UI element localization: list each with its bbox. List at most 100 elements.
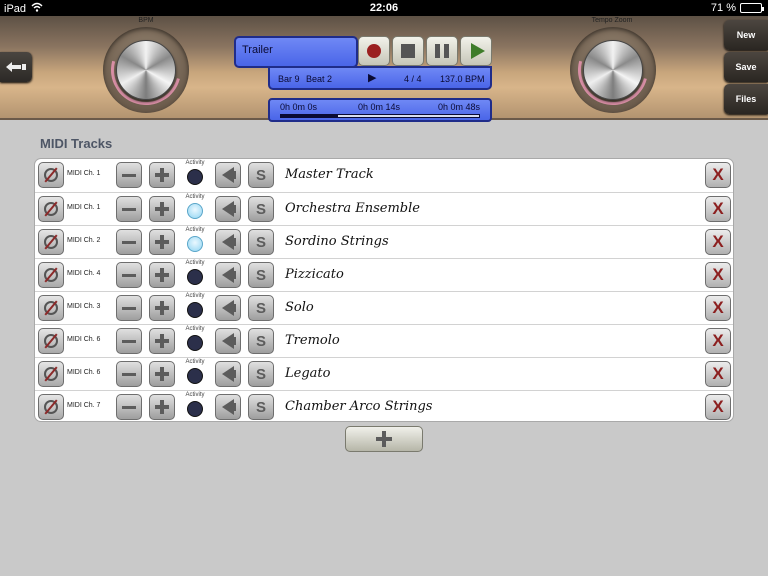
- channel-up-button[interactable]: [149, 328, 175, 354]
- channel-down-button[interactable]: [116, 262, 142, 288]
- stop-button[interactable]: [392, 36, 424, 66]
- mute-button[interactable]: [38, 328, 64, 354]
- song-name-display[interactable]: Trailer: [234, 36, 358, 68]
- delete-track-button[interactable]: X: [705, 162, 731, 188]
- speaker-icon: [222, 267, 236, 283]
- song-progress-bar[interactable]: [280, 114, 480, 118]
- delete-track-button[interactable]: X: [705, 361, 731, 387]
- solo-button[interactable]: S: [248, 229, 274, 255]
- play-button[interactable]: [460, 36, 492, 66]
- minus-icon: [122, 173, 136, 177]
- tempo-zoom-label: Tempo Zoom: [591, 17, 633, 24]
- mute-icon: [44, 400, 58, 414]
- activity-indicator: [187, 302, 203, 318]
- delete-track-button[interactable]: X: [705, 196, 731, 222]
- new-button[interactable]: New: [724, 20, 768, 50]
- volume-button[interactable]: [215, 328, 241, 354]
- midi-track-list: MIDI Ch. 1 Activity S Master Track X MIDI Ch.…: [34, 158, 734, 422]
- channel-down-button[interactable]: [116, 229, 142, 255]
- channel-down-button[interactable]: [116, 394, 142, 420]
- track-name[interactable]: Legato: [285, 366, 330, 381]
- channel-down-button[interactable]: [116, 361, 142, 387]
- delete-icon: X: [712, 232, 724, 251]
- time-end: 0h 0m 48s: [437, 102, 480, 112]
- mute-button[interactable]: [38, 162, 64, 188]
- delete-icon: X: [712, 199, 724, 218]
- pause-icon: [435, 44, 449, 58]
- track-name[interactable]: Master Track: [285, 167, 374, 182]
- speaker-icon: [222, 399, 236, 415]
- track-name[interactable]: Orchestra Ensemble: [285, 201, 420, 216]
- solo-button[interactable]: S: [248, 262, 274, 288]
- add-track-button[interactable]: [345, 426, 423, 452]
- delete-track-button[interactable]: X: [705, 229, 731, 255]
- solo-button[interactable]: S: [248, 295, 274, 321]
- bpm-knob[interactable]: [98, 22, 194, 118]
- track-row: MIDI Ch. 7 Activity S Chamber Arco Strings X: [35, 390, 733, 421]
- volume-button[interactable]: [215, 162, 241, 188]
- delete-track-button[interactable]: X: [705, 328, 731, 354]
- solo-button[interactable]: S: [248, 196, 274, 222]
- delete-track-button[interactable]: X: [705, 262, 731, 288]
- channel-up-button[interactable]: [149, 196, 175, 222]
- mute-button[interactable]: [38, 262, 64, 288]
- pause-button[interactable]: [426, 36, 458, 66]
- volume-button[interactable]: [215, 394, 241, 420]
- record-button[interactable]: [358, 36, 390, 66]
- solo-button[interactable]: S: [248, 328, 274, 354]
- track-name[interactable]: Sordino Strings: [285, 234, 389, 249]
- channel-up-button[interactable]: [149, 394, 175, 420]
- channel-down-button[interactable]: [116, 162, 142, 188]
- solo-label: S: [255, 332, 266, 350]
- track-name[interactable]: Pizzicato: [285, 267, 344, 282]
- beat-position: Beat 2: [306, 74, 333, 84]
- battery-text: 71 %: [710, 2, 736, 14]
- save-button[interactable]: Save: [724, 52, 768, 82]
- bpm-knob-dial: [116, 40, 176, 100]
- mute-icon: [44, 367, 58, 381]
- battery-icon: [740, 3, 764, 13]
- mute-button[interactable]: [38, 361, 64, 387]
- plus-icon: [155, 301, 169, 315]
- delete-icon: X: [712, 331, 724, 350]
- track-name[interactable]: Tremolo: [285, 333, 340, 348]
- files-button[interactable]: Files: [724, 84, 768, 114]
- track-name[interactable]: Chamber Arco Strings: [285, 399, 432, 414]
- bar-position: Bar 9: [278, 74, 300, 84]
- mute-button[interactable]: [38, 394, 64, 420]
- channel-down-button[interactable]: [116, 295, 142, 321]
- plus-icon: [155, 168, 169, 182]
- speaker-icon: [222, 234, 236, 250]
- minus-icon: [122, 240, 136, 244]
- volume-button[interactable]: [215, 361, 241, 387]
- solo-button[interactable]: S: [248, 394, 274, 420]
- channel-up-button[interactable]: [149, 162, 175, 188]
- channel-up-button[interactable]: [149, 295, 175, 321]
- minus-icon: [122, 273, 136, 277]
- mute-button[interactable]: [38, 295, 64, 321]
- mute-button[interactable]: [38, 229, 64, 255]
- track-name[interactable]: Solo: [285, 300, 314, 315]
- solo-button[interactable]: S: [248, 361, 274, 387]
- tempo-zoom-knob[interactable]: [565, 22, 661, 118]
- channel-down-button[interactable]: [116, 328, 142, 354]
- volume-button[interactable]: [215, 295, 241, 321]
- bpm-label: BPM: [138, 17, 154, 24]
- channel-up-button[interactable]: [149, 229, 175, 255]
- solo-button[interactable]: S: [248, 162, 274, 188]
- volume-button[interactable]: [215, 196, 241, 222]
- volume-button[interactable]: [215, 229, 241, 255]
- delete-track-button[interactable]: X: [705, 295, 731, 321]
- midi-channel-label: MIDI Ch. 6: [67, 336, 101, 343]
- back-button[interactable]: [0, 52, 32, 82]
- plus-icon: [155, 400, 169, 414]
- volume-button[interactable]: [215, 262, 241, 288]
- delete-track-button[interactable]: X: [705, 394, 731, 420]
- time-start: 0h 0m 0s: [280, 102, 318, 112]
- activity-indicator: [187, 335, 203, 351]
- channel-up-button[interactable]: [149, 262, 175, 288]
- channel-down-button[interactable]: [116, 196, 142, 222]
- mute-button[interactable]: [38, 196, 64, 222]
- activity-indicator: [187, 368, 203, 384]
- channel-up-button[interactable]: [149, 361, 175, 387]
